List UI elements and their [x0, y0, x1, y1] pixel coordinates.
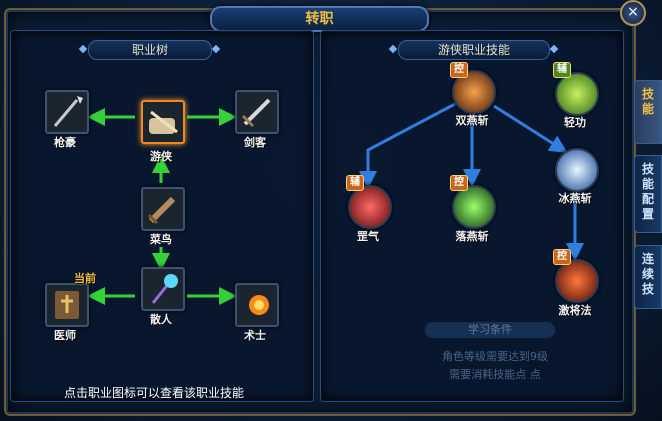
tab-skill-config[interactable]: 技能配置	[634, 155, 662, 233]
assist-badge: 辅	[346, 175, 364, 191]
skill-label-luoyanzhan: 落燕斩	[455, 230, 489, 243]
skill-label-qinggong: 轻功	[564, 116, 586, 129]
skill-label-gangqi: 罡气	[357, 230, 379, 243]
skill-qinggong[interactable]	[555, 72, 599, 116]
tab-combo[interactable]: 连续技	[634, 245, 662, 309]
skill-label-shuangyanzhan: 双燕斩	[455, 114, 489, 127]
assist-badge: 辅	[553, 62, 571, 78]
requirement-points: 需要消耗技能点 点	[449, 368, 541, 381]
skill-label-bingyanzhan: 冰燕斩	[558, 192, 592, 205]
tab-skills[interactable]: 技能	[634, 80, 662, 144]
control-badge: 控	[450, 62, 468, 78]
job-change-window: 转职 × 职业树 枪豪 游侠 剑客 菜鸟 散人 医师 当前 术士 点击职业图标可…	[0, 0, 662, 421]
control-badge: 控	[450, 175, 468, 191]
skill-luoyanzhan[interactable]	[452, 185, 496, 229]
requirement-level: 角色等级需要达到9级	[442, 350, 548, 363]
learn-condition-header: 学习条件	[425, 322, 555, 338]
skill-gangqi[interactable]	[348, 185, 392, 229]
control-badge: 控	[553, 249, 571, 265]
skill-label-jijiangfa: 激将法	[558, 304, 592, 317]
skill-bingyanzhan[interactable]	[555, 148, 599, 192]
skill-jijiangfa[interactable]	[555, 259, 599, 303]
